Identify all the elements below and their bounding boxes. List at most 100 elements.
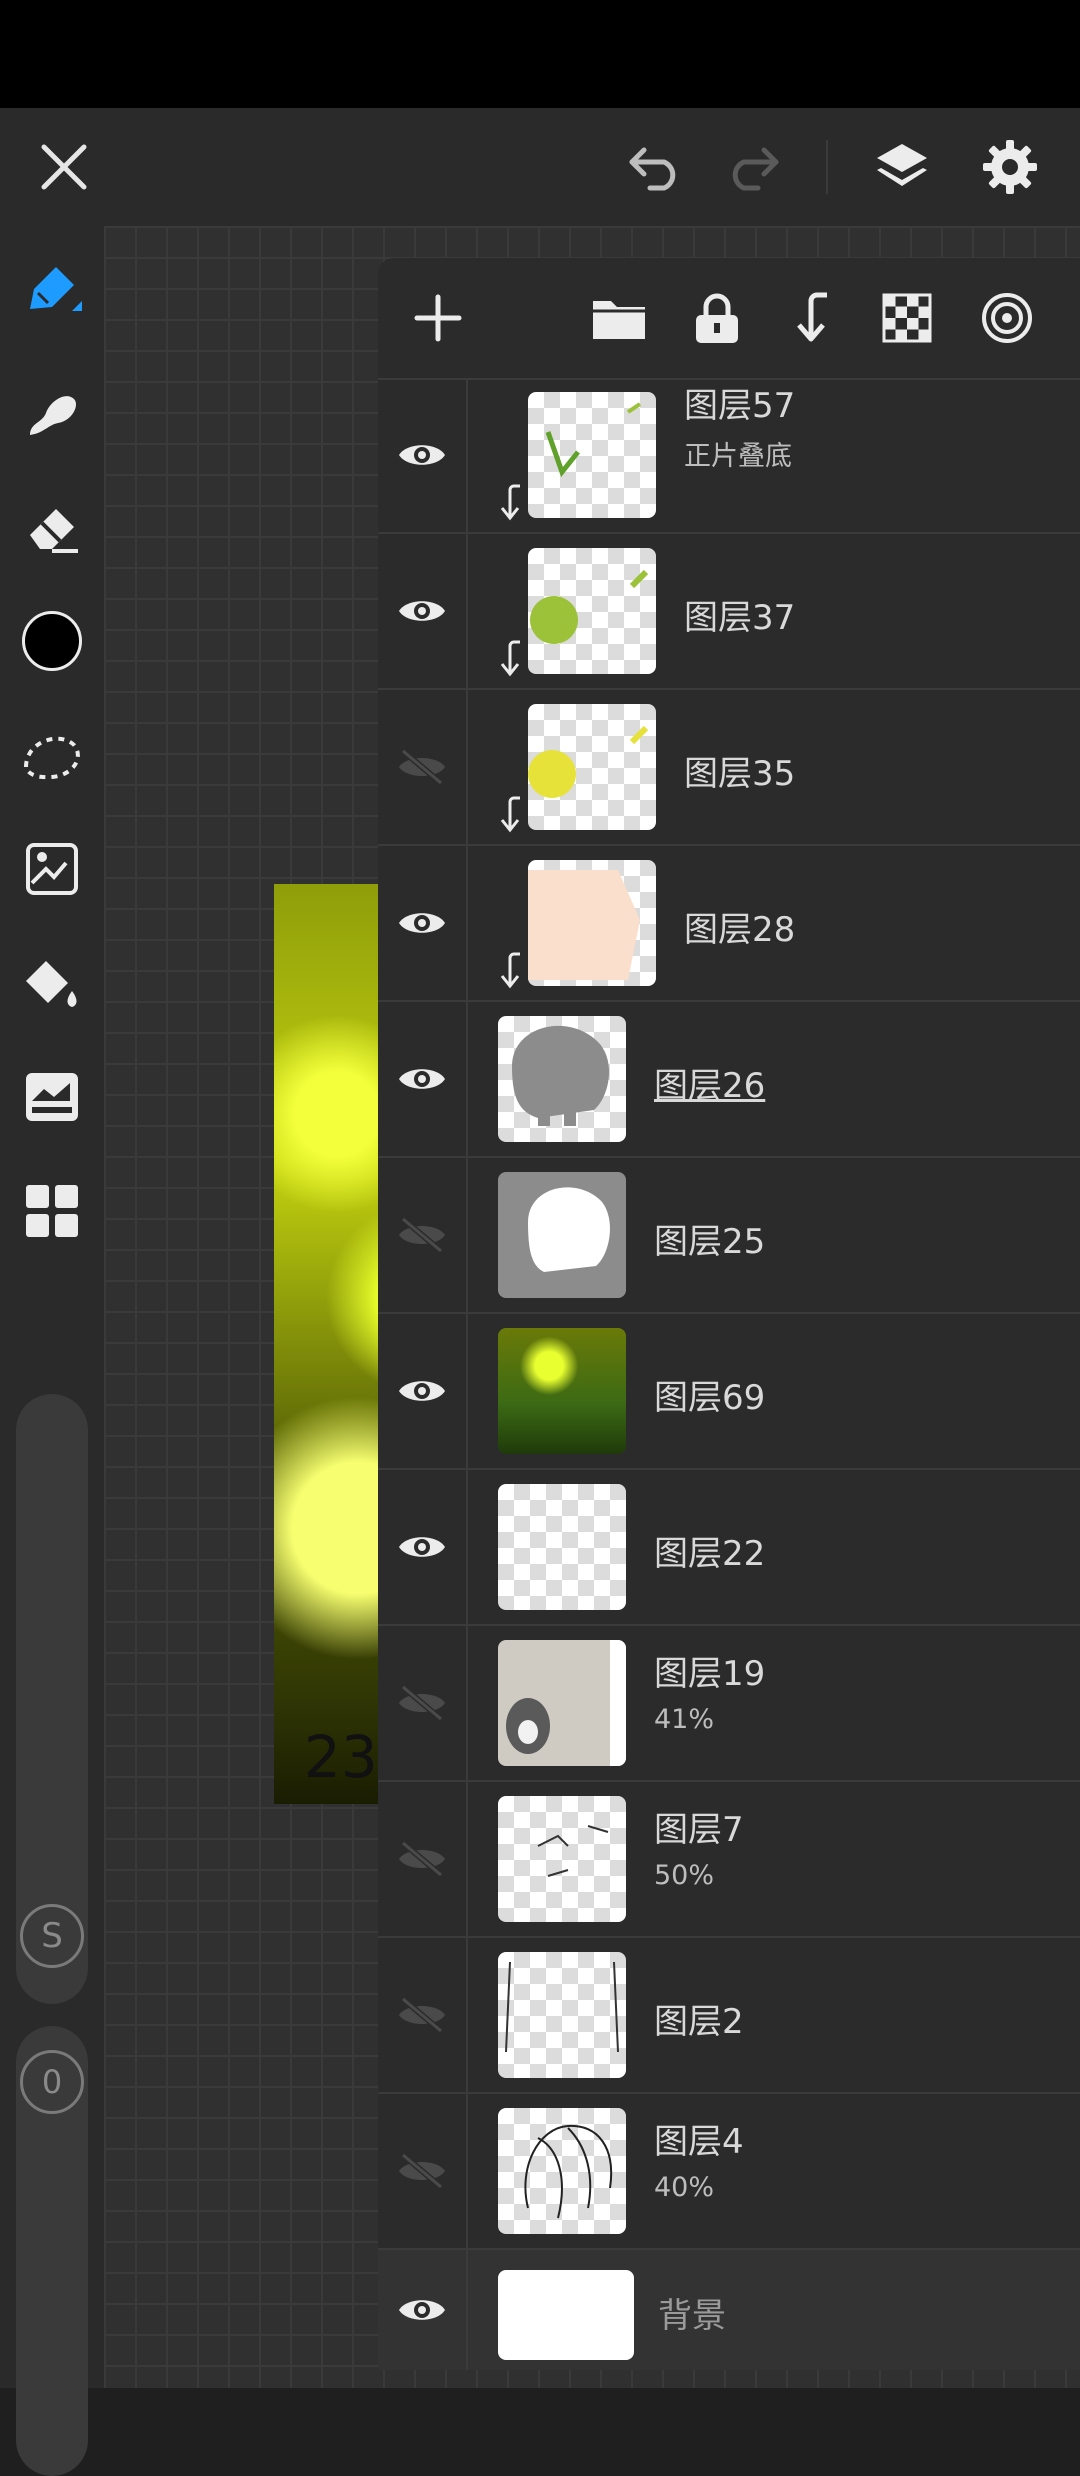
adjust-tool[interactable] [0,1052,104,1142]
opacity-slider[interactable]: 0 [16,2026,88,2476]
layers-button[interactable] [858,108,946,226]
fill-tool[interactable] [0,938,104,1028]
layer-opacity: 41% [654,1704,715,1735]
pen-icon [30,267,82,311]
size-slider-knob[interactable]: S [20,1904,84,1968]
undo-icon [629,147,676,191]
eye-icon [399,2300,445,2320]
settings-button[interactable] [966,108,1054,226]
layers-icon [877,144,927,186]
folder-icon [593,301,645,339]
new-folder-button[interactable] [584,258,654,378]
layer-thumbnail [528,548,656,674]
lasso-tool[interactable] [0,710,104,800]
layer-row-selected[interactable]: 图层26 [378,1002,1080,1158]
opacity-slider-knob[interactable]: 0 [20,2050,84,2114]
layer-row[interactable]: 图层57 正片叠底 [378,378,1080,534]
visibility-toggle[interactable] [378,1470,468,1624]
visibility-toggle[interactable] [378,1314,468,1468]
layer-opacity: 50% [654,1860,715,1891]
transparency-button[interactable] [872,258,942,378]
image-transform-tool[interactable] [0,824,104,914]
eraser-tool[interactable] [0,482,104,572]
lasso-icon [23,736,80,780]
smudge-icon [30,396,77,435]
target-icon [982,293,1032,343]
status-bar [0,0,1080,108]
eye-icon [399,445,445,465]
layer-name: 图层28 [684,910,796,950]
layer-thumbnail [528,392,656,518]
layer-name: 图层7 [654,1810,744,1850]
layer-name: 背景 [658,2296,726,2336]
layer-thumbnail [498,1796,626,1922]
layer-thumbnail [498,2108,626,2234]
layer-row[interactable]: 图层37 [378,534,1080,690]
layer-blend-mode: 正片叠底 [684,441,792,472]
color-icon [22,611,82,671]
clip-button[interactable] [778,258,848,378]
adjust-icon [26,1073,78,1121]
image-transform-icon [26,843,78,895]
layer-row[interactable]: 图层22 [378,1470,1080,1626]
clip-indicator-icon [500,952,520,989]
visibility-toggle[interactable] [378,1002,468,1156]
layer-thumbnail [498,1484,626,1610]
smudge-tool[interactable] [0,368,104,458]
visibility-toggle[interactable] [378,1158,468,1312]
visibility-toggle[interactable] [378,690,468,844]
undo-button[interactable] [612,108,700,226]
color-picker[interactable] [0,596,104,686]
clip-icon [797,292,827,342]
layer-thumbnail [528,860,656,986]
layer-thumbnail [498,1172,626,1298]
background-layer-row[interactable]: 背景 [378,2250,1080,2370]
eye-icon [399,1537,445,1557]
visibility-toggle[interactable] [378,378,468,532]
pen-tool[interactable] [0,246,104,336]
visibility-toggle[interactable] [378,846,468,1000]
layers-panel: 图层57 正片叠底 图层37 图层35 图层28 图层26 图层25 图层69 [378,258,1080,2370]
lock-icon [696,293,738,343]
size-label: S [41,1916,63,1956]
layer-row[interactable]: 图层7 50% [378,1782,1080,1938]
target-button[interactable] [972,258,1042,378]
layer-row[interactable]: 图层28 [378,846,1080,1002]
top-bar [0,108,1080,226]
background-thumbnail [498,2270,634,2360]
clip-indicator-icon [500,484,520,521]
eye-off-icon [399,2152,445,2190]
eye-off-icon [399,748,445,786]
close-button[interactable] [20,108,108,226]
layer-thumbnail [498,1952,626,2078]
eye-icon [399,1069,445,1089]
layer-row[interactable]: 图层35 [378,690,1080,846]
layer-name: 图层35 [684,754,796,794]
visibility-toggle[interactable] [378,1626,468,1780]
layer-name: 图层57 [684,386,796,426]
visibility-toggle[interactable] [378,2094,468,2248]
lock-button[interactable] [682,258,752,378]
layer-row[interactable]: 图层19 41% [378,1626,1080,1782]
fill-icon [26,961,77,1007]
layer-row[interactable]: 图层69 [378,1314,1080,1470]
layer-row[interactable]: 图层4 40% [378,2094,1080,2250]
opacity-label: 0 [41,2063,63,2101]
visibility-toggle[interactable] [378,2250,468,2370]
toolbar-divider [826,140,828,194]
visibility-toggle[interactable] [378,1938,468,2092]
layer-row[interactable]: 图层2 [378,1938,1080,2094]
layer-row[interactable]: 图层25 [378,1158,1080,1314]
visibility-toggle[interactable] [378,534,468,688]
eye-icon [399,601,445,621]
redo-button[interactable] [708,108,796,226]
visibility-toggle[interactable] [378,1782,468,1936]
more-tools[interactable] [0,1166,104,1256]
add-layer-button[interactable] [398,258,478,378]
close-icon [41,144,87,190]
brush-size-slider[interactable]: S [16,1394,88,2004]
layer-name: 图层26 [654,1066,766,1106]
layer-thumbnail [498,1640,626,1766]
eye-icon [399,913,445,933]
eraser-icon [30,509,78,553]
